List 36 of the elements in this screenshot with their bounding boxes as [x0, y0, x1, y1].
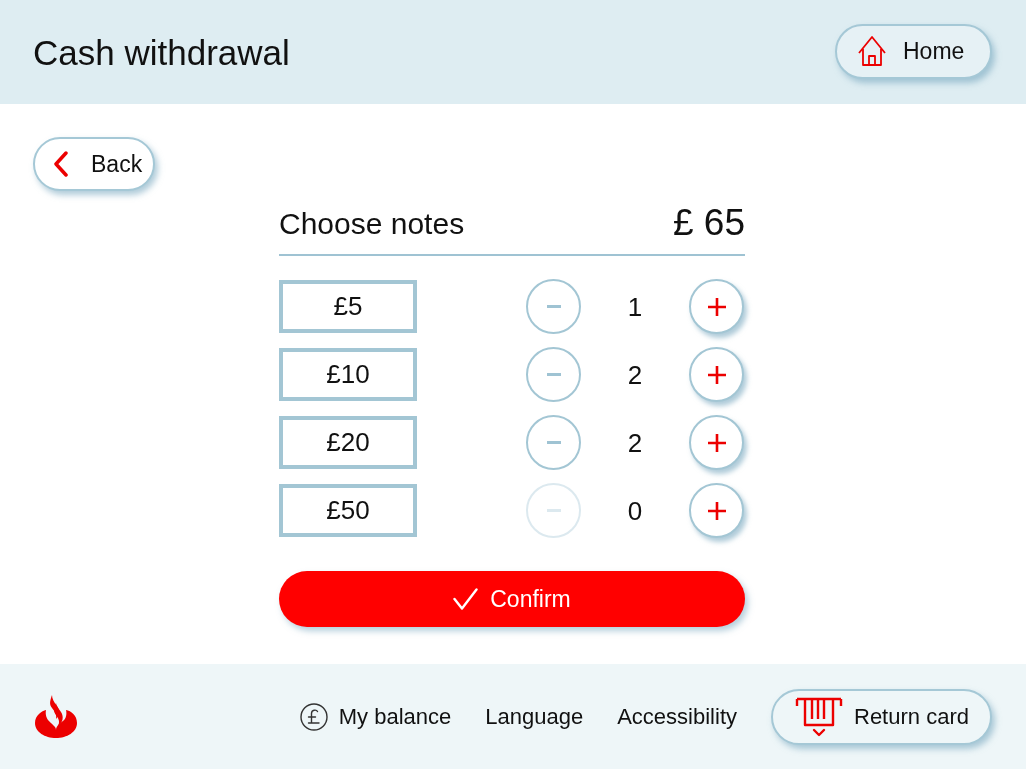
minus-icon	[546, 305, 561, 308]
return-card-button[interactable]: Return card	[771, 688, 992, 745]
note-value: £10	[279, 348, 417, 401]
home-button[interactable]: Home	[835, 23, 992, 79]
confirm-button[interactable]: Confirm	[279, 571, 745, 627]
checkmark-icon	[453, 588, 479, 610]
plus-icon	[707, 433, 726, 452]
note-count: 1	[627, 293, 643, 320]
flame-logo	[33, 694, 79, 739]
minus-icon	[546, 509, 561, 512]
note-value: £50	[279, 484, 417, 537]
pound-coin-icon	[299, 702, 328, 731]
chevron-left-icon	[53, 151, 69, 177]
increase-button[interactable]	[689, 415, 744, 470]
note-count: 2	[627, 361, 643, 388]
footer-link[interactable]: Language	[485, 700, 584, 733]
note-value: £20	[279, 416, 417, 469]
home-icon	[858, 36, 886, 66]
panel-title: Choose notes	[279, 208, 465, 239]
total-amount: £ 65	[673, 204, 745, 241]
plus-icon	[707, 365, 726, 384]
minus-icon	[546, 373, 561, 376]
footer-link[interactable]: Accessibility	[617, 700, 737, 733]
note-value: £5	[279, 280, 417, 333]
plus-icon	[707, 297, 726, 316]
increase-button[interactable]	[689, 483, 744, 538]
note-count: 2	[627, 429, 643, 456]
back-button[interactable]: Back	[33, 137, 155, 191]
note-count: 0	[627, 497, 643, 524]
increase-button[interactable]	[689, 347, 744, 402]
page-title: Cash withdrawal	[33, 34, 290, 70]
balance-link[interactable]: My balance	[299, 700, 452, 733]
card-slot-icon	[795, 696, 843, 737]
plus-icon	[707, 501, 726, 520]
increase-button[interactable]	[689, 279, 744, 334]
minus-icon	[546, 441, 561, 444]
